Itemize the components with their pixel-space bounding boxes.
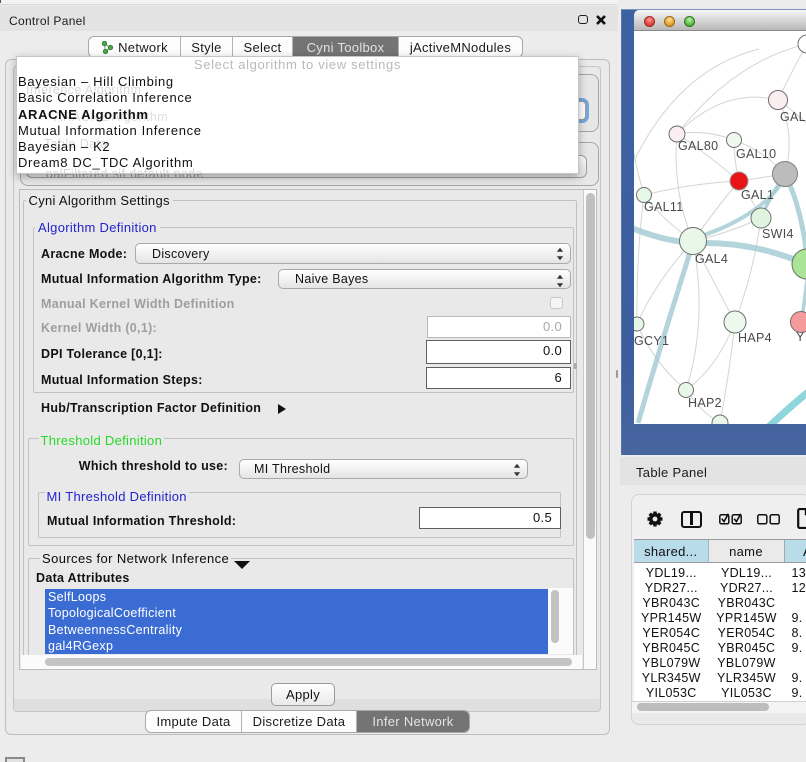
svg-text:Y: Y (796, 330, 805, 344)
svg-text:GAL11: GAL11 (644, 200, 684, 214)
svg-text:GAL: GAL (780, 110, 806, 124)
svg-text:SWI4: SWI4 (762, 227, 794, 241)
svg-text:GAL80: GAL80 (678, 139, 718, 153)
svg-text:GCY1: GCY1 (634, 334, 669, 348)
svg-text:HAP4: HAP4 (738, 331, 772, 345)
svg-text:GAL1: GAL1 (741, 188, 774, 202)
svg-text:GAL10: GAL10 (736, 147, 776, 161)
svg-text:HAP2: HAP2 (688, 396, 722, 410)
svg-text:GAL4: GAL4 (695, 252, 728, 266)
